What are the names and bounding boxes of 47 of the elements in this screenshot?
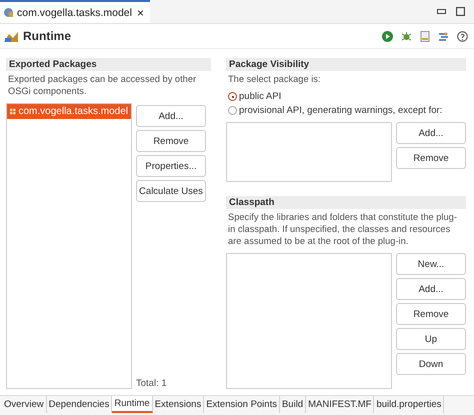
section-description: Exported packages can be accessed by other OSGi components. — [7, 73, 198, 97]
minimize-icon[interactable] — [437, 9, 446, 14]
section-title: Classpath — [226, 196, 466, 209]
radio-indicator[interactable] — [228, 92, 237, 101]
section-title: Exported Packages — [6, 58, 211, 71]
total-count: Total: 1 — [136, 378, 168, 389]
close-icon[interactable]: × — [136, 6, 144, 20]
visibility-radio[interactable]: public API — [228, 91, 466, 102]
radio-indicator[interactable] — [228, 106, 237, 115]
package-button[interactable]: Remove — [136, 130, 206, 152]
section-description: The select package is: — [227, 73, 322, 85]
editor-tab[interactable]: com.vogella.tasks.model × — [0, 0, 150, 23]
package-name: com.vogella.tasks.model — [18, 106, 128, 117]
document-icon[interactable] — [420, 30, 430, 42]
maximize-icon[interactable] — [456, 7, 465, 16]
page-tab[interactable]: Overview — [2, 396, 47, 413]
package-button[interactable]: Add... — [136, 105, 206, 127]
page-tab[interactable]: MANIFEST.MF — [306, 396, 374, 413]
package-button[interactable]: Calculate Uses — [136, 180, 206, 202]
package-item[interactable]: com.vogella.tasks.model — [7, 104, 131, 119]
visibility-button[interactable]: Remove — [396, 147, 466, 169]
classpath-button[interactable]: Up — [396, 328, 466, 350]
package-list[interactable]: com.vogella.tasks.model — [6, 103, 132, 389]
section-title: Package Visibility — [226, 58, 466, 71]
runtime-icon — [4, 30, 18, 42]
page-tab[interactable]: Extensions — [152, 396, 204, 413]
plugin-icon — [3, 7, 14, 18]
classpath-button[interactable]: Down — [396, 353, 466, 375]
bug-icon[interactable] — [401, 30, 412, 42]
classpath-button[interactable]: Add... — [396, 278, 466, 300]
page-tab[interactable]: Runtime — [112, 396, 153, 413]
page-tab[interactable]: Dependencies — [46, 396, 112, 413]
section-description: Specify the libraries and folders that constitute the plug-in classpath. If unspecified, the classes and resources are assumed to be at the root of the plug-in. — [227, 211, 458, 247]
run-icon[interactable] — [382, 30, 393, 42]
page-tab[interactable]: build.properties — [374, 396, 444, 413]
visibility-button[interactable]: Add... — [396, 122, 466, 144]
page-tab[interactable]: Extension Points — [204, 396, 280, 413]
package-button[interactable]: Properties... — [136, 155, 206, 177]
page-title: Runtime — [23, 29, 71, 43]
classpath-button[interactable]: Remove — [396, 303, 466, 325]
package-icon — [10, 108, 16, 115]
help-icon[interactable] — [457, 30, 468, 42]
editor-tab-title: com.vogella.tasks.model — [17, 6, 132, 18]
page-tab[interactable]: Build — [280, 396, 306, 413]
export-icon[interactable] — [438, 30, 449, 42]
radio-label: public API — [239, 91, 282, 102]
classpath-button[interactable]: New... — [396, 253, 466, 275]
